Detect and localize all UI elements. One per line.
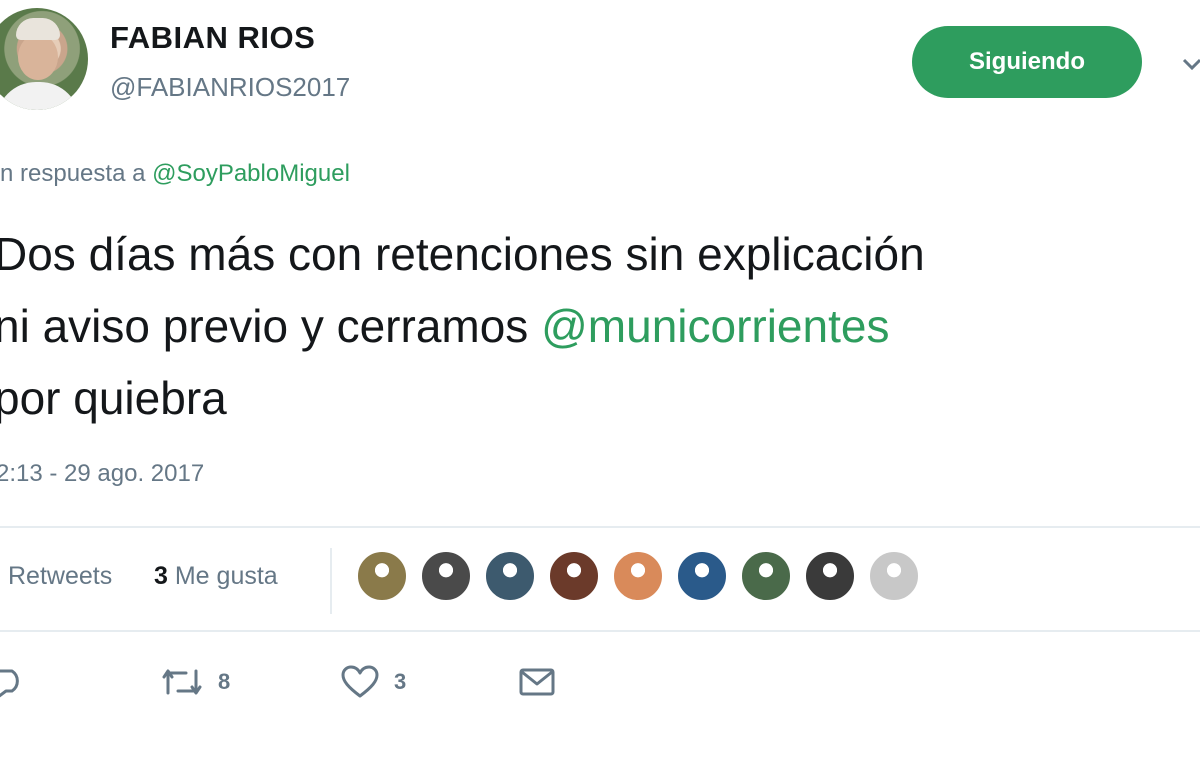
retweet-icon — [162, 669, 202, 695]
liker-avatar-1[interactable] — [356, 550, 408, 602]
likes-count: 3 — [154, 562, 168, 590]
tweet-line-1: Dos días más con retenciones sin explica… — [0, 228, 925, 280]
tweet-line-2: ni aviso previo y cerramos @municorrient… — [0, 290, 1200, 362]
retweets-stat[interactable]: Retweets — [8, 562, 112, 591]
divider-bottom — [0, 630, 1200, 632]
tweet-stats: Retweets 3 Me gusta — [0, 528, 1200, 628]
user-avatar[interactable] — [0, 8, 88, 110]
tweet-line-2-text: ni aviso previo y cerramos — [0, 300, 542, 352]
tweet-actions: 8 3 — [0, 656, 1200, 716]
direct-message-button[interactable] — [518, 662, 556, 702]
tweet-header: FABIAN RIOS @FABIANRIOS2017 Siguiendo — [0, 0, 1200, 130]
liker-avatar-7[interactable] — [740, 550, 792, 602]
reply-icon — [0, 669, 19, 698]
tweet-mention-link[interactable]: @municorrientes — [541, 300, 889, 352]
liker-avatar-6[interactable] — [676, 550, 728, 602]
likes-stat[interactable]: 3 Me gusta — [154, 562, 278, 591]
tweet-line-3: por quiebra — [0, 372, 227, 424]
liker-avatar-9[interactable] — [868, 550, 920, 602]
liker-avatar-3[interactable] — [484, 550, 536, 602]
reply-context: n respuesta a @SoyPabloMiguel — [0, 160, 350, 188]
heart-icon — [341, 665, 379, 698]
following-button[interactable]: Siguiendo — [912, 26, 1142, 98]
like-button[interactable]: 3 — [340, 662, 406, 702]
likes-label: Me gusta — [174, 562, 278, 590]
reply-button[interactable] — [0, 662, 28, 702]
envelope-icon — [519, 668, 555, 696]
reply-prefix: n respuesta a — [0, 160, 153, 187]
tweet-timestamp[interactable]: 2:13 - 29 ago. 2017 — [0, 460, 204, 488]
chevron-down-icon[interactable] — [1180, 44, 1200, 84]
tweet-text: Dos días más con retenciones sin explica… — [0, 218, 1200, 434]
liker-avatar-5[interactable] — [612, 550, 664, 602]
stats-separator — [330, 548, 332, 614]
liker-avatar-4[interactable] — [548, 550, 600, 602]
like-count: 3 — [394, 669, 407, 694]
retweet-button[interactable]: 8 — [160, 662, 230, 702]
liker-avatar-2[interactable] — [420, 550, 472, 602]
user-display-name[interactable]: FABIAN RIOS — [110, 20, 315, 56]
retweets-label: Retweets — [8, 562, 113, 590]
retweet-count: 8 — [218, 669, 231, 694]
liker-avatar-8[interactable] — [804, 550, 856, 602]
reply-mention-link[interactable]: @SoyPabloMiguel — [152, 160, 350, 187]
user-handle[interactable]: @FABIANRIOS2017 — [110, 72, 350, 103]
